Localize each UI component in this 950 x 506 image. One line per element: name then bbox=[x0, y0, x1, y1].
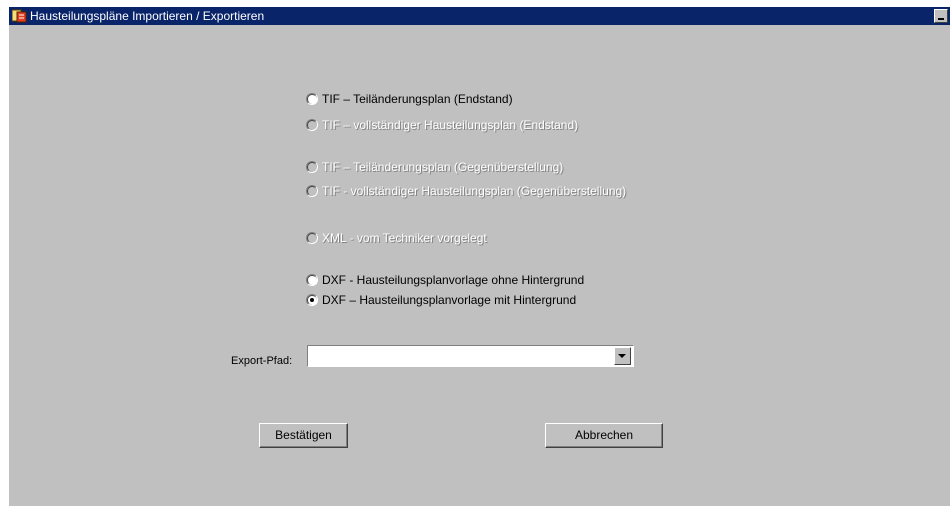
chevron-down-icon bbox=[618, 354, 626, 358]
radio-label: TIF – vollständiger Hausteilungsplan (En… bbox=[322, 118, 579, 132]
radio-circle bbox=[306, 274, 318, 286]
radio-circle bbox=[306, 185, 318, 197]
minimize-button[interactable] bbox=[934, 9, 948, 23]
cancel-button[interactable]: Abbrechen bbox=[545, 423, 663, 448]
radio-label: TIF – Teiländerungsplan (Endstand) bbox=[322, 92, 513, 106]
radio-label: XML - vom Techniker vorgelegt bbox=[322, 231, 487, 245]
minimize-icon bbox=[938, 18, 944, 20]
export-path-input[interactable] bbox=[309, 347, 616, 365]
radio-label: TIF – Teiländerungsplan (Gegenüberstellu… bbox=[322, 160, 564, 174]
radio-circle bbox=[306, 294, 318, 306]
radio-label: DXF – Hausteilungsplanvorlage mit Hinter… bbox=[322, 293, 577, 307]
export-path-combobox[interactable] bbox=[307, 345, 634, 367]
radio-circle bbox=[306, 161, 318, 173]
export-path-dropdown-button[interactable] bbox=[614, 347, 631, 365]
radio-selected-dot bbox=[310, 298, 314, 302]
radio-circle bbox=[306, 119, 318, 131]
confirm-button[interactable]: Bestätigen bbox=[259, 423, 348, 448]
window-title: Hausteilungspläne Importieren / Exportie… bbox=[30, 9, 265, 23]
dialog-window: Hausteilungspläne Importieren / Exportie… bbox=[9, 7, 950, 506]
radio-circle bbox=[306, 93, 318, 105]
export-path-label: Export-Pfad: bbox=[231, 355, 293, 367]
radio-label: DXF - Hausteilungsplanvorlage ohne Hinte… bbox=[322, 273, 585, 287]
radio-label: TIF - vollständiger Hausteilungsplan (Ge… bbox=[322, 184, 627, 198]
app-icon bbox=[11, 9, 27, 23]
radio-circle bbox=[306, 232, 318, 244]
title-bar[interactable]: Hausteilungspläne Importieren / Exportie… bbox=[9, 7, 950, 25]
